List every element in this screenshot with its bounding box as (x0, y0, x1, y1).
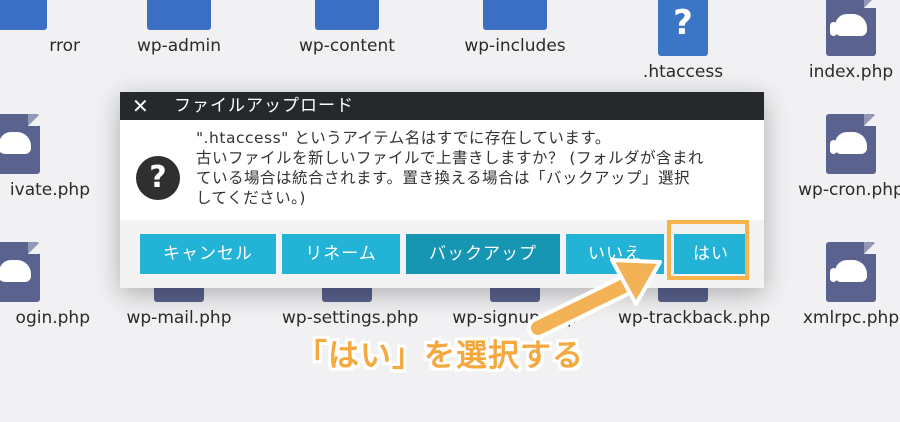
message-line: ている場合は統合されます。置き換える場合は「バックアップ」選択 (196, 169, 690, 187)
file-index-php[interactable]: index.php (786, 0, 900, 82)
file-folder-wp-content[interactable]: wp-content (282, 0, 412, 56)
folder-icon (147, 0, 211, 30)
file-folder-wp-includes[interactable]: wp-includes (450, 0, 580, 56)
file-name: wp-cron.php (798, 180, 900, 200)
file-name: index.php (808, 62, 894, 82)
file-folder-wp-admin[interactable]: wp-admin (114, 0, 244, 56)
file-wp-cron-php[interactable]: wp-cron.php (786, 114, 900, 200)
file-htaccess[interactable]: ? .htaccess (618, 0, 748, 82)
folder-icon (315, 0, 379, 30)
dialog-title: ファイルアップロード (174, 96, 354, 116)
instruction-annotation: 「はい」を選択する (296, 338, 584, 374)
file-xmlrpc-php[interactable]: xmlrpc.php (786, 242, 900, 328)
php-file-icon (0, 114, 40, 174)
cancel-button[interactable]: キャンセル (140, 234, 276, 274)
file-folder-error[interactable]: rror (0, 0, 80, 56)
php-file-icon (826, 0, 876, 56)
file-name: wp-content (299, 36, 395, 56)
file-name: wp-mail.php (126, 308, 232, 328)
folder-icon (483, 0, 547, 30)
unknown-file-icon: ? (658, 0, 708, 56)
message-line: してください。) (196, 189, 306, 207)
dialog-titlebar: ✕ ファイルアップロード (120, 92, 764, 120)
php-file-icon (0, 242, 40, 302)
file-name: ivate.php (9, 180, 90, 200)
message-line: 古いファイルを新しいファイルで上書きしますか？ (フォルダが含まれ (196, 149, 704, 167)
rename-button[interactable]: リネーム (282, 234, 400, 274)
file-name: ogin.php (15, 308, 90, 328)
dialog-message: ".htaccess" というアイテム名はすでに存在しています。 古いファイルを… (196, 128, 756, 208)
message-line: ".htaccess" というアイテム名はすでに存在しています。 (196, 129, 611, 147)
close-icon[interactable]: ✕ (132, 94, 149, 118)
question-icon: ? (136, 156, 180, 200)
php-file-icon (826, 114, 876, 174)
file-name: wp-admin (136, 36, 222, 56)
file-name: xmlrpc.php (802, 308, 900, 328)
file-name: .htaccess (642, 62, 724, 82)
file-login-php[interactable]: ogin.php (0, 242, 90, 328)
file-name: wp-includes (464, 36, 566, 56)
file-name: wp-settings.php (282, 308, 419, 328)
file-private-php[interactable]: ivate.php (0, 114, 90, 200)
folder-icon (0, 0, 47, 30)
file-name: rror (49, 36, 80, 56)
php-file-icon (826, 242, 876, 302)
